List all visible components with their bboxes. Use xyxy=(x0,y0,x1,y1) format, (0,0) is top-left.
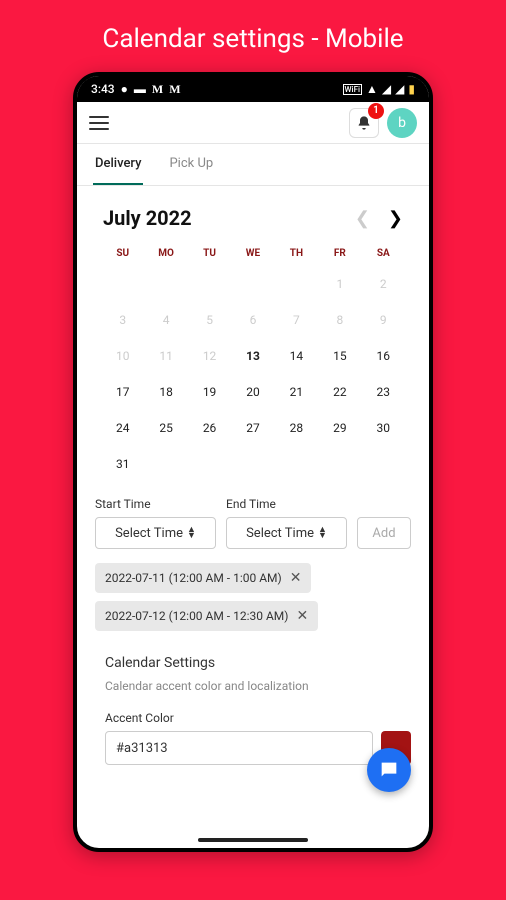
accent-color-input[interactable]: #a31313 xyxy=(105,731,373,765)
time-chips: 2022-07-11 (12:00 AM - 1:00 AM)✕2022-07-… xyxy=(93,563,413,631)
status-signal-icon: ◢ xyxy=(395,82,404,96)
calendar-day[interactable]: 7 xyxy=(275,309,318,331)
status-signal-icon: ◢ xyxy=(382,82,391,96)
notification-badge: 1 xyxy=(368,103,384,119)
calendar-dow: WE xyxy=(231,248,274,259)
chip-remove-button[interactable]: ✕ xyxy=(290,570,302,586)
calendar-day[interactable]: 31 xyxy=(101,453,144,475)
calendar-day[interactable]: 3 xyxy=(101,309,144,331)
time-chip: 2022-07-12 (12:00 AM - 12:30 AM) ✕ xyxy=(95,601,318,631)
end-time-label: End Time xyxy=(226,497,347,511)
accent-color-label: Accent Color xyxy=(105,711,411,725)
calendar-day[interactable]: 5 xyxy=(188,309,231,331)
calendar-day[interactable]: 15 xyxy=(318,345,361,367)
menu-button[interactable] xyxy=(89,116,109,130)
status-dot-icon: ● xyxy=(121,82,128,96)
phone-frame: 3:43 ● ▬ M M WiFi ▲ ◢ ◢ ▮ 1 b Delivery P… xyxy=(73,72,433,852)
app-header: 1 b xyxy=(77,102,429,144)
calendar-day[interactable]: 22 xyxy=(318,381,361,403)
stepper-icon: ▲▼ xyxy=(187,527,196,539)
calendar-dow: MO xyxy=(144,248,187,259)
calendar-day[interactable]: 12 xyxy=(188,345,231,367)
tabs: Delivery Pick Up xyxy=(77,144,429,186)
status-app-icon: ▬ xyxy=(134,82,146,96)
select-placeholder: Select Time xyxy=(246,526,314,541)
calendar-day[interactable]: 18 xyxy=(144,381,187,403)
chip-remove-button[interactable]: ✕ xyxy=(296,608,308,624)
select-placeholder: Select Time xyxy=(115,526,183,541)
calendar-grid: SUMOTUWETHFRSA12345678910111213141516171… xyxy=(93,248,413,475)
chip-label: 2022-07-12 (12:00 AM - 12:30 AM) xyxy=(105,609,288,623)
status-wifi-icon: ▲ xyxy=(366,82,378,96)
calendar-day[interactable]: 20 xyxy=(231,381,274,403)
settings-description: Calendar accent color and localization xyxy=(105,679,411,693)
calendar-header: July 2022 ❮ ❯ xyxy=(93,206,413,230)
time-chip: 2022-07-11 (12:00 AM - 1:00 AM) ✕ xyxy=(95,563,311,593)
status-bar: 3:43 ● ▬ M M WiFi ▲ ◢ ◢ ▮ xyxy=(77,76,429,102)
calendar-day xyxy=(144,273,187,295)
calendar-day[interactable]: 17 xyxy=(101,381,144,403)
status-mail-icon: M xyxy=(152,82,163,97)
content: July 2022 ❮ ❯ SUMOTUWETHFRSA123456789101… xyxy=(77,186,429,846)
start-time-select[interactable]: Select Time ▲▼ xyxy=(95,517,216,549)
calendar-day[interactable]: 8 xyxy=(318,309,361,331)
calendar-dow: SA xyxy=(362,248,405,259)
calendar-day xyxy=(188,273,231,295)
end-time-select[interactable]: Select Time ▲▼ xyxy=(226,517,347,549)
tab-pickup[interactable]: Pick Up xyxy=(167,144,215,185)
calendar-day[interactable]: 23 xyxy=(362,381,405,403)
calendar-day[interactable]: 6 xyxy=(231,309,274,331)
calendar-day[interactable]: 1 xyxy=(318,273,361,295)
status-mail-icon: M xyxy=(169,82,180,97)
calendar-day[interactable]: 2 xyxy=(362,273,405,295)
calendar-day[interactable]: 4 xyxy=(144,309,187,331)
calendar-month-title: July 2022 xyxy=(103,206,192,230)
avatar[interactable]: b xyxy=(387,108,417,138)
calendar-day[interactable]: 26 xyxy=(188,417,231,439)
stepper-icon: ▲▼ xyxy=(318,527,327,539)
calendar-day[interactable]: 9 xyxy=(362,309,405,331)
calendar-day[interactable]: 25 xyxy=(144,417,187,439)
status-battery-icon: ▮ xyxy=(408,82,415,96)
next-month-button[interactable]: ❯ xyxy=(388,208,403,229)
home-indicator xyxy=(198,838,308,842)
calendar-day[interactable]: 21 xyxy=(275,381,318,403)
notifications-button[interactable]: 1 xyxy=(349,108,379,138)
chat-icon xyxy=(378,759,400,781)
time-row: Start Time Select Time ▲▼ End Time Selec… xyxy=(93,497,413,549)
calendar-day[interactable]: 11 xyxy=(144,345,187,367)
calendar-dow: SU xyxy=(101,248,144,259)
calendar-day[interactable]: 27 xyxy=(231,417,274,439)
status-time: 3:43 xyxy=(91,82,115,96)
settings-title: Calendar Settings xyxy=(105,655,411,671)
calendar-dow: TH xyxy=(275,248,318,259)
calendar-day[interactable]: 24 xyxy=(101,417,144,439)
calendar-day xyxy=(231,273,274,295)
calendar-dow: TU xyxy=(188,248,231,259)
calendar-day[interactable]: 28 xyxy=(275,417,318,439)
calendar-settings-section: Calendar Settings Calendar accent color … xyxy=(93,655,413,765)
page-title: Calendar settings - Mobile xyxy=(0,0,506,72)
status-wifi-label-icon: WiFi xyxy=(343,84,363,95)
calendar-dow: FR xyxy=(318,248,361,259)
chat-fab[interactable] xyxy=(367,748,411,792)
tab-delivery[interactable]: Delivery xyxy=(93,144,143,185)
calendar-day[interactable]: 13 xyxy=(231,345,274,367)
chip-label: 2022-07-11 (12:00 AM - 1:00 AM) xyxy=(105,571,282,585)
add-time-button[interactable]: Add xyxy=(357,517,411,549)
calendar-day[interactable]: 14 xyxy=(275,345,318,367)
calendar-day[interactable]: 16 xyxy=(362,345,405,367)
calendar-day xyxy=(275,273,318,295)
calendar-day[interactable]: 10 xyxy=(101,345,144,367)
start-time-label: Start Time xyxy=(95,497,216,511)
calendar-day xyxy=(101,273,144,295)
prev-month-button[interactable]: ❮ xyxy=(355,208,370,229)
calendar-day[interactable]: 29 xyxy=(318,417,361,439)
calendar-day[interactable]: 30 xyxy=(362,417,405,439)
calendar-day[interactable]: 19 xyxy=(188,381,231,403)
